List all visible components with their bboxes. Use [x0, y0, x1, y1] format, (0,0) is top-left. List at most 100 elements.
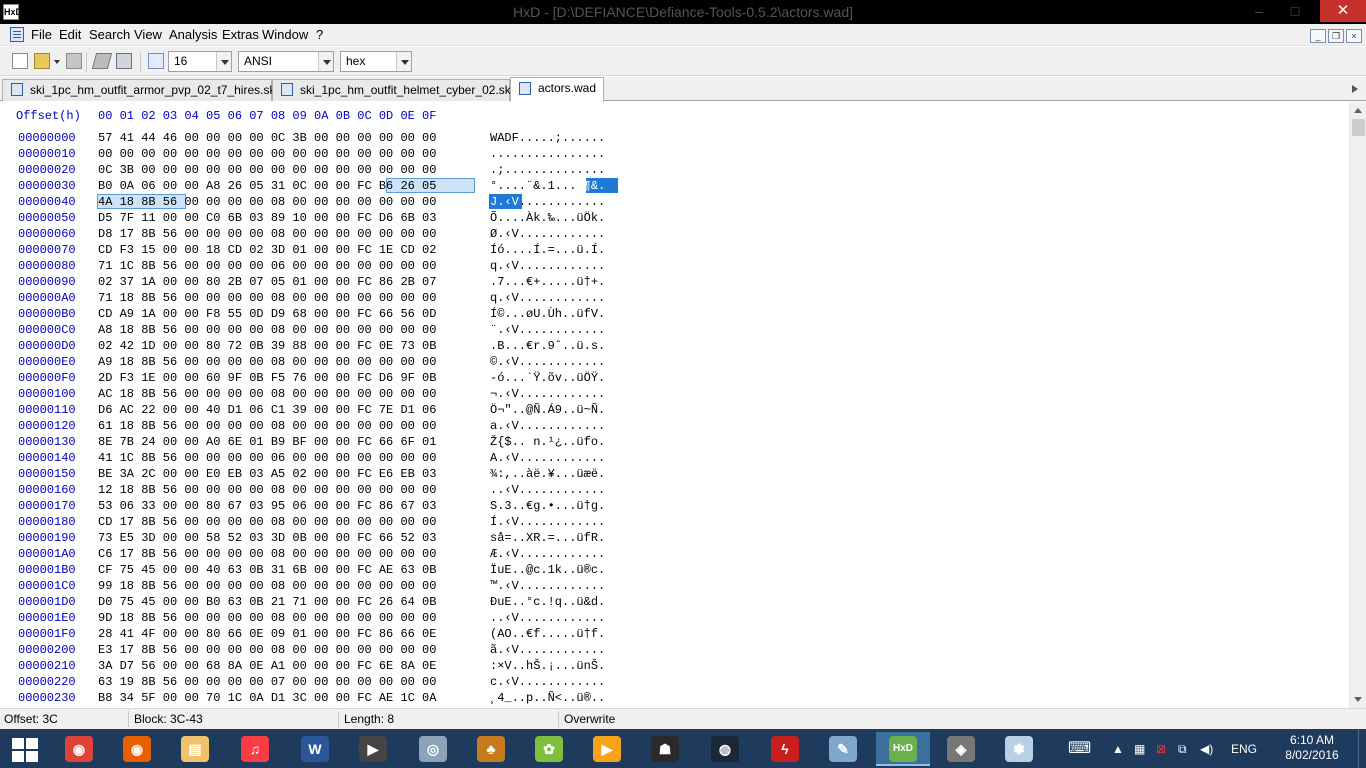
taskbar-app-itunes[interactable]: ♫ [228, 732, 282, 766]
mdi-restore-button[interactable]: ❐ [1328, 29, 1344, 43]
taskbar-app-hxd[interactable]: HxD [876, 732, 930, 766]
row-ascii[interactable]: .7...€+.....ü†+. [490, 274, 605, 290]
bytes-per-row-select[interactable]: 16 [168, 51, 232, 72]
open-dropdown-arrow-icon[interactable] [54, 60, 60, 64]
menu-extras[interactable]: Extras [222, 27, 259, 42]
row-ascii[interactable]: ................ [490, 146, 605, 162]
action-center-icon[interactable]: ▦ [1134, 742, 1145, 756]
row-hex-bytes[interactable]: 02 37 1A 00 00 80 2B 07 05 01 00 00 FC 8… [98, 274, 436, 290]
mdi-close-button[interactable]: × [1346, 29, 1362, 43]
row-ascii[interactable]: WADF.....;...... [490, 130, 605, 146]
taskbar-app-word[interactable]: W [288, 732, 342, 766]
menu-view[interactable]: View [134, 27, 162, 42]
row-ascii[interactable]: ..‹V............ [490, 482, 605, 498]
row-ascii[interactable]: S.3..€g.•...ü†g. [490, 498, 605, 514]
row-ascii[interactable]: Ö¬"..@Ñ.Á9..ü~Ñ. [490, 402, 605, 418]
offset-base-select[interactable]: hex [340, 51, 412, 72]
taskbar-app-file-explorer[interactable]: ▤ [168, 732, 222, 766]
save-icon[interactable] [66, 53, 82, 69]
row-hex-bytes[interactable]: 71 18 8B 56 00 00 00 00 08 00 00 00 00 0… [98, 290, 436, 306]
tab-helmet-ski[interactable]: ski_1pc_hm_outfit_helmet_cyber_02.ski [272, 79, 513, 101]
mdi-minimize-button[interactable]: _ [1310, 29, 1326, 43]
document-system-icon[interactable] [10, 27, 24, 42]
row-hex-bytes[interactable]: 00 00 00 00 00 00 00 00 00 00 00 00 00 0… [98, 146, 436, 162]
chevron-down-icon[interactable] [396, 52, 411, 71]
row-hex-bytes[interactable]: 53 06 33 00 00 80 67 03 95 06 00 00 FC 8… [98, 498, 436, 514]
row-ascii[interactable]: Ž{$.. n.¹¿..üfo. [490, 434, 605, 450]
menu-file[interactable]: File [31, 27, 52, 42]
row-ascii[interactable]: ã.‹V............ [490, 642, 605, 658]
row-hex-bytes[interactable]: 12 18 8B 56 00 00 00 00 08 00 00 00 00 0… [98, 482, 436, 498]
row-hex-bytes[interactable]: 4A 18 8B 56 00 00 00 00 08 00 00 00 00 0… [98, 194, 436, 210]
row-hex-bytes[interactable]: CD A9 1A 00 00 F8 55 0D D9 68 00 00 FC 6… [98, 306, 436, 322]
tab-actors-wad[interactable]: actors.wad [510, 77, 604, 102]
row-hex-bytes[interactable]: 41 1C 8B 56 00 00 00 00 06 00 00 00 00 0… [98, 450, 436, 466]
scroll-down-icon[interactable] [1350, 691, 1366, 708]
taskbar-app-paw[interactable]: ♣ [464, 732, 518, 766]
taskbar-app-chrome[interactable]: ◉ [52, 732, 106, 766]
maximize-button[interactable]: □ [1280, 0, 1310, 22]
row-ascii[interactable]: Í.‹V............ [490, 514, 605, 530]
row-ascii[interactable]: Ø.‹V............ [490, 226, 605, 242]
row-hex-bytes[interactable]: D8 17 8B 56 00 00 00 00 08 00 00 00 00 0… [98, 226, 436, 242]
close-button[interactable]: ✕ [1320, 0, 1366, 22]
row-hex-bytes[interactable]: 2D F3 1E 00 00 60 9F 0B F5 76 00 00 FC D… [98, 370, 436, 386]
row-hex-bytes[interactable]: 57 41 44 46 00 00 00 00 0C 3B 00 00 00 0… [98, 130, 436, 146]
row-ascii[interactable]: ÏuE..@c.1k..ü®c. [490, 562, 605, 578]
tab-scroll-right-icon[interactable] [1350, 81, 1362, 95]
row-ascii[interactable]: ¬.‹V............ [490, 386, 605, 402]
row-hex-bytes[interactable]: CD 17 8B 56 00 00 00 00 08 00 00 00 00 0… [98, 514, 436, 530]
row-hex-bytes[interactable]: B0 0A 06 00 00 A8 26 05 31 0C 00 00 FC B… [98, 178, 436, 194]
row-ascii[interactable]: J.‹V............ [490, 194, 605, 210]
row-hex-bytes[interactable]: 99 18 8B 56 00 00 00 00 08 00 00 00 00 0… [98, 578, 436, 594]
vertical-scrollbar[interactable] [1349, 102, 1366, 708]
row-hex-bytes[interactable]: D0 75 45 00 00 B0 63 0B 21 71 00 00 FC 2… [98, 594, 436, 610]
row-ascii[interactable]: -ó...`Ÿ.õv..üÖŸ. [490, 370, 605, 386]
taskbar-app-steam[interactable]: ◍ [698, 732, 752, 766]
taskbar-app-firefox[interactable]: ◉ [110, 732, 164, 766]
network-error-icon[interactable]: ⊠ [1156, 742, 1166, 756]
chevron-down-icon[interactable] [318, 52, 333, 71]
keyboard-icon[interactable]: ⌨ [1068, 738, 1091, 758]
scroll-up-icon[interactable] [1350, 102, 1366, 119]
network-icon[interactable]: ⧉ [1178, 742, 1187, 757]
taskbar-app-paint[interactable]: ✽ [992, 732, 1046, 766]
row-hex-bytes[interactable]: D5 7F 11 00 00 C0 6B 03 89 10 00 00 FC D… [98, 210, 436, 226]
row-hex-bytes[interactable]: 28 41 4F 00 00 80 66 0E 09 01 00 00 FC 8… [98, 626, 436, 642]
hex-editor[interactable]: Offset(h) 00 01 02 03 04 05 06 07 08 09 … [0, 102, 1366, 708]
taskbar-app-game-badge[interactable]: ◈ [934, 732, 988, 766]
taskbar-app-notepad[interactable]: ✎ [816, 732, 870, 766]
row-hex-bytes[interactable]: 63 19 8B 56 00 00 00 00 07 00 00 00 00 0… [98, 674, 436, 690]
menu-window[interactable]: Window [262, 27, 308, 42]
minimize-button[interactable]: ‒ [1244, 0, 1274, 22]
taskbar-app-media-player[interactable]: ▶ [580, 732, 634, 766]
menu-edit[interactable]: Edit [59, 27, 81, 42]
row-hex-bytes[interactable]: 8E 7B 24 00 00 A0 6E 01 B9 BF 00 00 FC 6… [98, 434, 436, 450]
tray-chevron-up-icon[interactable]: ▲ [1112, 742, 1124, 756]
taskbar-app-game-pineapple[interactable]: ✿ [522, 732, 576, 766]
row-hex-bytes[interactable]: 73 E5 3D 00 00 58 52 03 3D 0B 00 00 FC 6… [98, 530, 436, 546]
row-hex-bytes[interactable]: 3A D7 56 00 00 68 8A 0E A1 00 00 00 FC 6… [98, 658, 436, 674]
row-ascii[interactable]: c.‹V............ [490, 674, 605, 690]
row-ascii[interactable]: ¨.‹V............ [490, 322, 605, 338]
row-hex-bytes[interactable]: C6 17 8B 56 00 00 00 00 08 00 00 00 00 0… [98, 546, 436, 562]
row-ascii[interactable]: ÐuE..°c.!q..ü&d. [490, 594, 605, 610]
row-ascii[interactable]: ..‹V............ [490, 610, 605, 626]
row-hex-bytes[interactable]: 0C 3B 00 00 00 00 00 00 00 00 00 00 00 0… [98, 162, 436, 178]
row-hex-bytes[interactable]: E3 17 8B 56 00 00 00 00 08 00 00 00 00 0… [98, 642, 436, 658]
open-file-icon[interactable] [34, 53, 50, 69]
row-hex-bytes[interactable]: A9 18 8B 56 00 00 00 00 08 00 00 00 00 0… [98, 354, 436, 370]
row-ascii[interactable]: A.‹V............ [490, 450, 605, 466]
row-hex-bytes[interactable]: 61 18 8B 56 00 00 00 00 08 00 00 00 00 0… [98, 418, 436, 434]
row-hex-bytes[interactable]: D6 AC 22 00 00 40 D1 06 C1 39 00 00 FC 7… [98, 402, 436, 418]
row-ascii[interactable]: ©.‹V............ [490, 354, 605, 370]
row-ascii[interactable]: Æ.‹V............ [490, 546, 605, 562]
menu-search[interactable]: Search [89, 27, 130, 42]
row-ascii[interactable]: a.‹V............ [490, 418, 605, 434]
scroll-thumb[interactable] [1352, 119, 1365, 136]
row-ascii[interactable]: .;.............. [490, 162, 605, 178]
row-ascii[interactable]: Í©...øU.Ùh..üfV. [490, 306, 605, 322]
row-hex-bytes[interactable]: CF 75 45 00 00 40 63 0B 31 6B 00 00 FC A… [98, 562, 436, 578]
windows-start-icon[interactable] [8, 736, 40, 762]
row-ascii[interactable]: Íó....Í.=...ü.Í. [490, 242, 605, 258]
